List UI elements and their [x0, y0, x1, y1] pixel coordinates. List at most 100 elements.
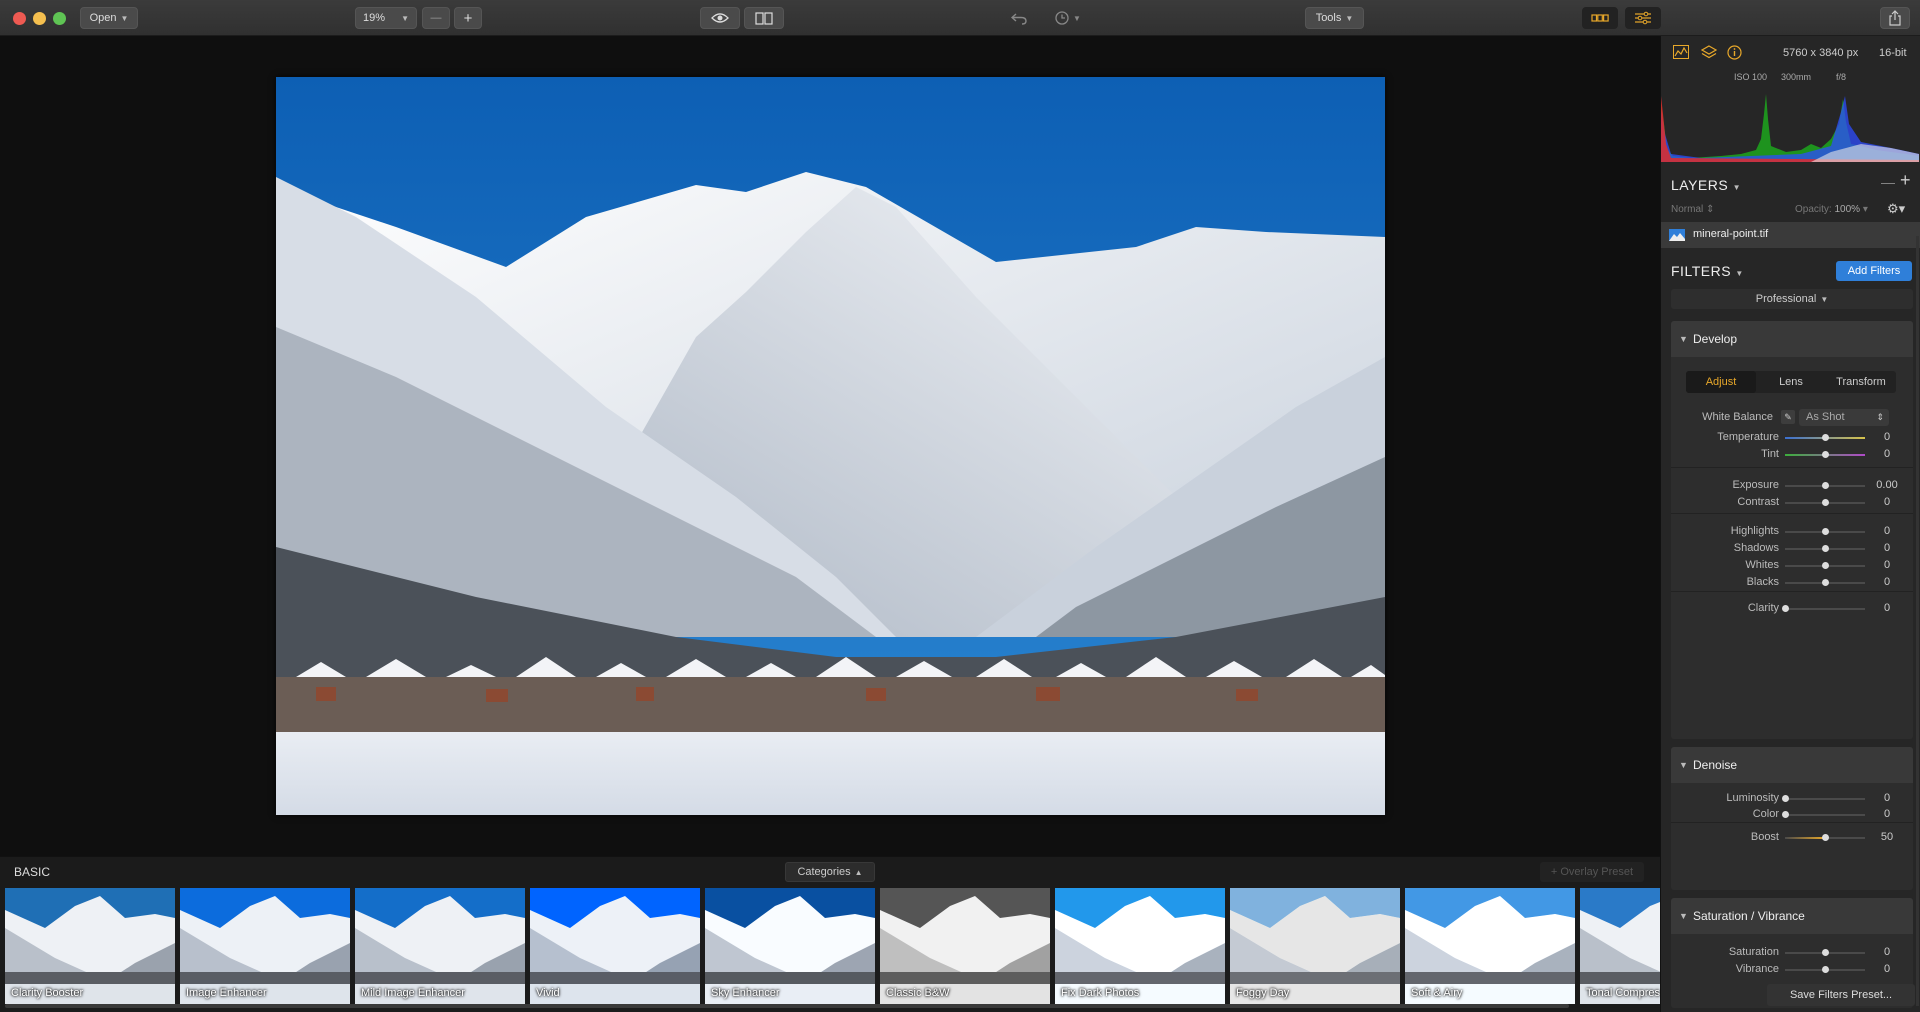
save-filters-preset-button[interactable]: Save Filters Preset...	[1767, 984, 1915, 1006]
add-filters-button[interactable]: Add Filters	[1836, 261, 1912, 281]
slider-handle[interactable]	[1822, 451, 1829, 458]
denoise-header[interactable]: ▼ Denoise	[1671, 747, 1913, 783]
tab-lens[interactable]: Lens	[1756, 371, 1826, 393]
slider-value[interactable]: 0	[1865, 792, 1909, 804]
slider-handle[interactable]	[1822, 545, 1829, 552]
slider-value[interactable]: 0	[1865, 808, 1909, 820]
layers-title[interactable]: LAYERS ▼	[1671, 177, 1741, 193]
slider-track[interactable]	[1785, 562, 1865, 569]
close-window-button[interactable]	[13, 12, 26, 25]
preset-thumbnail[interactable]: Classic B&W	[880, 888, 1050, 1004]
slider-handle[interactable]	[1822, 482, 1829, 489]
slider-value[interactable]: 0	[1865, 542, 1909, 554]
slider-track[interactable]	[1785, 834, 1865, 841]
slider-handle[interactable]	[1822, 579, 1829, 586]
preset-thumbnail[interactable]: Mild Image Enhancer	[355, 888, 525, 1004]
slider-value[interactable]: 0	[1865, 525, 1909, 537]
slider-value[interactable]: 0	[1865, 576, 1909, 588]
tools-button[interactable]: Tools ▼	[1305, 7, 1364, 29]
slider-track[interactable]	[1785, 966, 1865, 973]
zoom-in-button[interactable]: +	[454, 7, 482, 29]
layer-settings-gear-icon[interactable]: ⚙▾	[1887, 201, 1905, 217]
presets-view-button[interactable]	[1582, 7, 1618, 29]
slider-handle[interactable]	[1782, 795, 1789, 802]
info-icon[interactable]	[1727, 45, 1742, 63]
save-filters-preset-label: Save Filters Preset...	[1789, 989, 1893, 1001]
tab-adjust[interactable]: Adjust	[1686, 371, 1756, 393]
bit-depth: 16-bit	[1879, 47, 1907, 59]
chevron-down-icon: ▼	[1345, 13, 1354, 23]
slider-label: Boost	[1750, 831, 1779, 843]
filters-view-button[interactable]	[1625, 7, 1661, 29]
slider-track[interactable]	[1785, 949, 1865, 956]
slider-handle[interactable]	[1822, 834, 1829, 841]
slider-value[interactable]: 0	[1865, 602, 1909, 614]
categories-button[interactable]: Categories ▲	[785, 862, 875, 882]
white-balance-select[interactable]: As Shot ⇕	[1799, 409, 1889, 426]
slider-track[interactable]	[1785, 482, 1865, 489]
layers-icon[interactable]	[1700, 45, 1718, 64]
slider-handle[interactable]	[1782, 811, 1789, 818]
add-layer-button[interactable]: +	[1900, 170, 1911, 191]
layer-item[interactable]: mineral-point.tif	[1661, 222, 1920, 248]
slider-handle[interactable]	[1822, 499, 1829, 506]
preset-thumbnail[interactable]: Soft & Airy	[1405, 888, 1575, 1004]
preset-thumbnail[interactable]: Clarity Booster	[5, 888, 175, 1004]
minimize-window-button[interactable]	[33, 12, 46, 25]
presets-scrollbar[interactable]	[5, 1004, 1569, 1008]
satvib-header[interactable]: ▼ Saturation / Vibrance	[1671, 898, 1913, 934]
develop-header[interactable]: ▼ Develop	[1671, 321, 1913, 357]
slider-track[interactable]	[1785, 434, 1865, 441]
slider-value[interactable]: 0	[1865, 559, 1909, 571]
slider-handle[interactable]	[1822, 966, 1829, 973]
slider-track[interactable]	[1785, 499, 1865, 506]
slider-track[interactable]	[1785, 528, 1865, 535]
slider-value[interactable]: 50	[1865, 831, 1909, 843]
slider-value[interactable]: 0	[1865, 496, 1909, 508]
opacity-select[interactable]: Opacity: 100% ▾	[1795, 204, 1868, 215]
remove-layer-button[interactable]: —	[1881, 174, 1895, 190]
slider-track[interactable]	[1785, 451, 1865, 458]
preset-thumbnail[interactable]: Sky Enhancer	[705, 888, 875, 1004]
maximize-window-button[interactable]	[53, 12, 66, 25]
panel-scrollbar[interactable]	[1916, 236, 1919, 1006]
overlay-preset-button[interactable]: + Overlay Preset	[1540, 862, 1644, 882]
preset-thumbnail[interactable]: Fix Dark Photos	[1055, 888, 1225, 1004]
compare-button[interactable]	[744, 7, 784, 29]
slider-value[interactable]: 0	[1865, 946, 1909, 958]
preset-thumbnail[interactable]: Foggy Day	[1230, 888, 1400, 1004]
filter-mode-select[interactable]: Professional ▼	[1671, 289, 1913, 309]
eyedropper-icon[interactable]: ✎	[1781, 410, 1795, 424]
blend-mode-select[interactable]: Normal ⇕	[1671, 204, 1714, 215]
slider-value[interactable]: 0	[1865, 448, 1909, 460]
slider-handle[interactable]	[1822, 528, 1829, 535]
undo-button[interactable]	[1002, 7, 1036, 29]
share-button[interactable]	[1880, 7, 1910, 29]
slider-track[interactable]	[1782, 795, 1865, 802]
slider-value[interactable]: 0	[1865, 963, 1909, 975]
preset-thumbnail[interactable]: Tonal Compres	[1580, 888, 1660, 1004]
slider-track[interactable]	[1785, 545, 1865, 552]
history-button[interactable]: ▼	[1046, 7, 1090, 29]
slider-row: Vibrance 0	[1671, 963, 1913, 977]
slider-handle[interactable]	[1822, 949, 1829, 956]
preview-button[interactable]	[700, 7, 740, 29]
open-button[interactable]: Open ▼	[80, 7, 138, 29]
slider-track[interactable]	[1785, 579, 1865, 586]
filters-title[interactable]: FILTERS ▼	[1671, 263, 1744, 279]
slider-value[interactable]: 0	[1865, 431, 1909, 443]
slider-value[interactable]: 0.00	[1865, 479, 1909, 491]
slider-handle[interactable]	[1782, 605, 1789, 612]
main-photo[interactable]	[276, 77, 1385, 815]
slider-handle[interactable]	[1822, 434, 1829, 441]
zoom-out-button[interactable]: —	[422, 7, 450, 29]
histogram-icon[interactable]	[1673, 45, 1689, 62]
preset-thumbnail[interactable]: Image Enhancer	[180, 888, 350, 1004]
preset-thumbnail[interactable]: Vivid	[530, 888, 700, 1004]
zoom-select[interactable]: 19% ▼	[355, 7, 417, 29]
image-canvas[interactable]	[0, 36, 1660, 856]
slider-track[interactable]	[1782, 811, 1865, 818]
slider-handle[interactable]	[1822, 562, 1829, 569]
tab-transform[interactable]: Transform	[1826, 371, 1896, 393]
slider-track[interactable]	[1782, 605, 1865, 612]
